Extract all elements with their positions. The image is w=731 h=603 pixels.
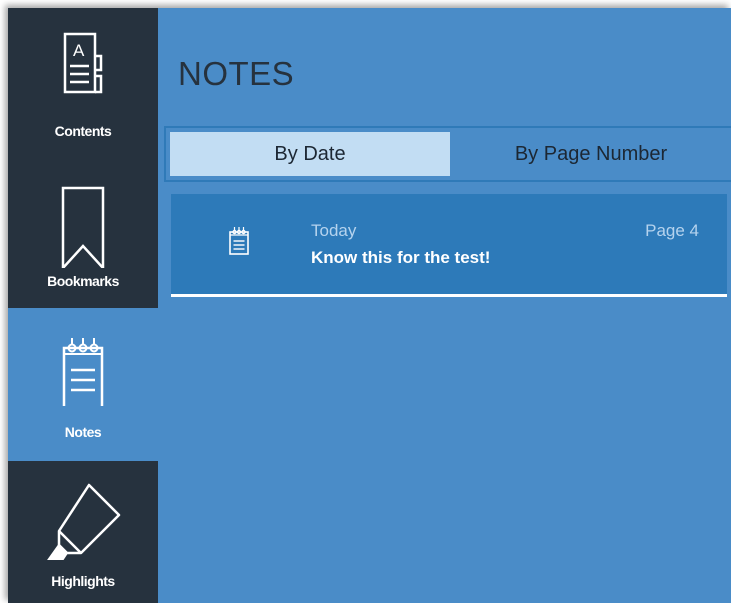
note-text: Know this for the test! <box>311 248 491 267</box>
sidebar-item-label: Notes <box>64 424 102 440</box>
note-page: Page 4 <box>645 221 699 240</box>
notes-panel: A Contents Bookmarks Notes Highlights NO… <box>8 8 731 603</box>
tab-by-date[interactable]: By Date <box>170 132 450 176</box>
tab-by-page-number[interactable]: By Page Number <box>450 128 731 180</box>
sidebar-item-notes[interactable]: Notes <box>8 308 158 458</box>
highlighter-icon <box>8 479 158 560</box>
sidebar-item-label: Bookmarks <box>47 273 119 289</box>
sidebar: A Contents Bookmarks Notes Highlights <box>8 8 158 603</box>
svg-text:A: A <box>73 41 85 60</box>
notepad-icon <box>228 226 250 261</box>
note-date: Today <box>311 221 357 240</box>
note-list-item[interactable]: Today Know this for the test! Page 4 <box>171 194 727 297</box>
notes-icon <box>8 326 158 406</box>
contents-icon: A <box>8 26 158 106</box>
sidebar-item-label: Highlights <box>51 573 115 589</box>
sidebar-item-highlights[interactable]: Highlights <box>8 461 158 603</box>
sidebar-item-contents[interactable]: A Contents <box>8 8 158 158</box>
bookmark-icon <box>8 176 158 268</box>
sidebar-item-label: Contents <box>54 123 112 139</box>
sort-tabs: By Date By Page Number <box>164 126 731 182</box>
sidebar-item-bookmarks[interactable]: Bookmarks <box>8 158 158 308</box>
page-title: NOTES <box>178 55 295 92</box>
notes-content: NOTES By Date By Page Number Today Know … <box>158 8 731 603</box>
